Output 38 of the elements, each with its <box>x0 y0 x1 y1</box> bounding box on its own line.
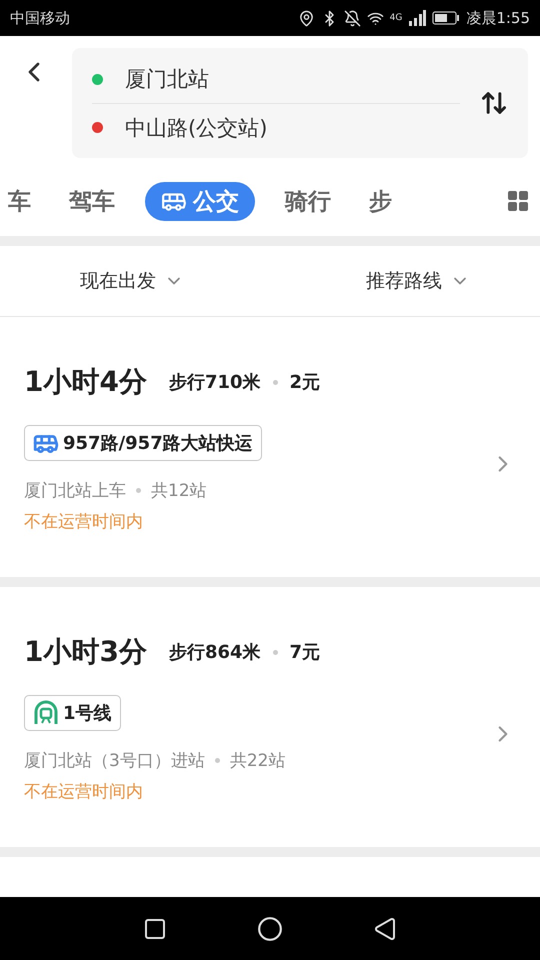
filter-dropdown[interactable]: 推荐路线 <box>366 268 470 294</box>
mode-tab[interactable]: 驾车 <box>61 186 123 216</box>
subway-icon <box>33 700 59 726</box>
home-button[interactable] <box>257 916 283 942</box>
signal-icon <box>408 10 426 26</box>
recent-apps-button[interactable] <box>143 916 167 940</box>
origin-dot-icon <box>92 74 103 84</box>
mode-tab[interactable]: 车 <box>0 186 39 216</box>
location-icon <box>298 10 315 26</box>
walk-distance: 步行710米 <box>168 371 261 394</box>
network-type: 4G <box>390 13 402 23</box>
swap-button[interactable] <box>480 89 508 117</box>
stop-count: 共22站 <box>230 750 286 772</box>
service-notice: 不在运营时间内 <box>24 781 144 803</box>
duration-text: 1小时3分 <box>24 634 147 670</box>
walk-distance: 步行864米 <box>168 641 261 664</box>
clock-time: 凌晨1:55 <box>466 8 530 28</box>
filter-dropdown[interactable]: 现在出发 <box>80 268 184 294</box>
fare-text: 7元 <box>290 641 320 664</box>
destination-field[interactable]: 中山路(公交站) <box>125 114 268 142</box>
grid-icon[interactable] <box>506 189 530 213</box>
mode-tab[interactable]: 步 <box>361 186 400 216</box>
origin-field[interactable]: 厦门北站 <box>125 65 209 93</box>
carrier-name: 中国移动 <box>10 8 70 28</box>
line-name: 1号线 <box>63 702 112 725</box>
boarding-stop: 厦门北站上车 <box>24 480 126 502</box>
mode-tab[interactable]: 骑行 <box>277 186 339 216</box>
duration-text: 1小时4分 <box>24 364 147 400</box>
mute-icon <box>344 10 361 26</box>
fare-text: 2元 <box>290 371 320 394</box>
destination-dot-icon <box>92 122 103 133</box>
battery-icon <box>432 11 460 25</box>
service-notice: 不在运营时间内 <box>24 511 144 533</box>
mode-tab[interactable]: 公交 <box>145 182 255 220</box>
stop-count: 共12站 <box>151 480 207 502</box>
boarding-stop: 厦门北站（3号口）进站 <box>24 750 205 772</box>
back-nav-button[interactable] <box>373 916 397 940</box>
line-name: 957路/957路大站快运 <box>63 432 253 455</box>
